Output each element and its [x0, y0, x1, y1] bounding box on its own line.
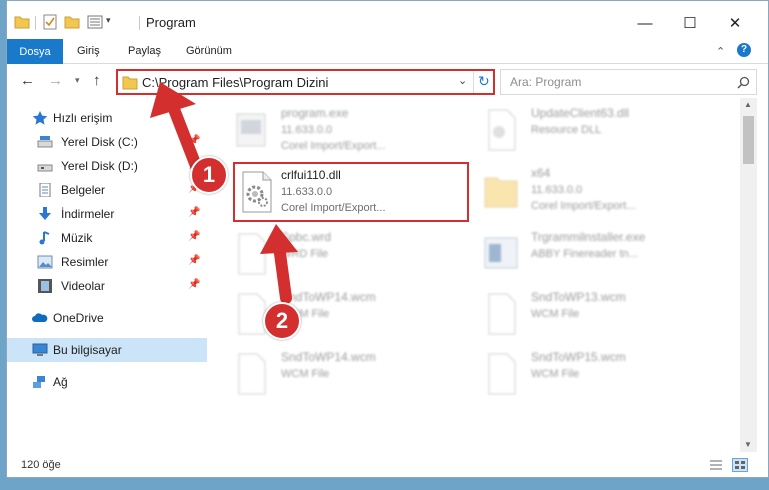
arrow-2	[273, 240, 292, 304]
arrow-1	[166, 98, 202, 172]
annotation-arrows	[150, 82, 298, 304]
arrowhead-2	[260, 224, 298, 254]
callout-badge-1: 1	[190, 156, 228, 194]
callout-badge-2: 2	[263, 302, 301, 340]
